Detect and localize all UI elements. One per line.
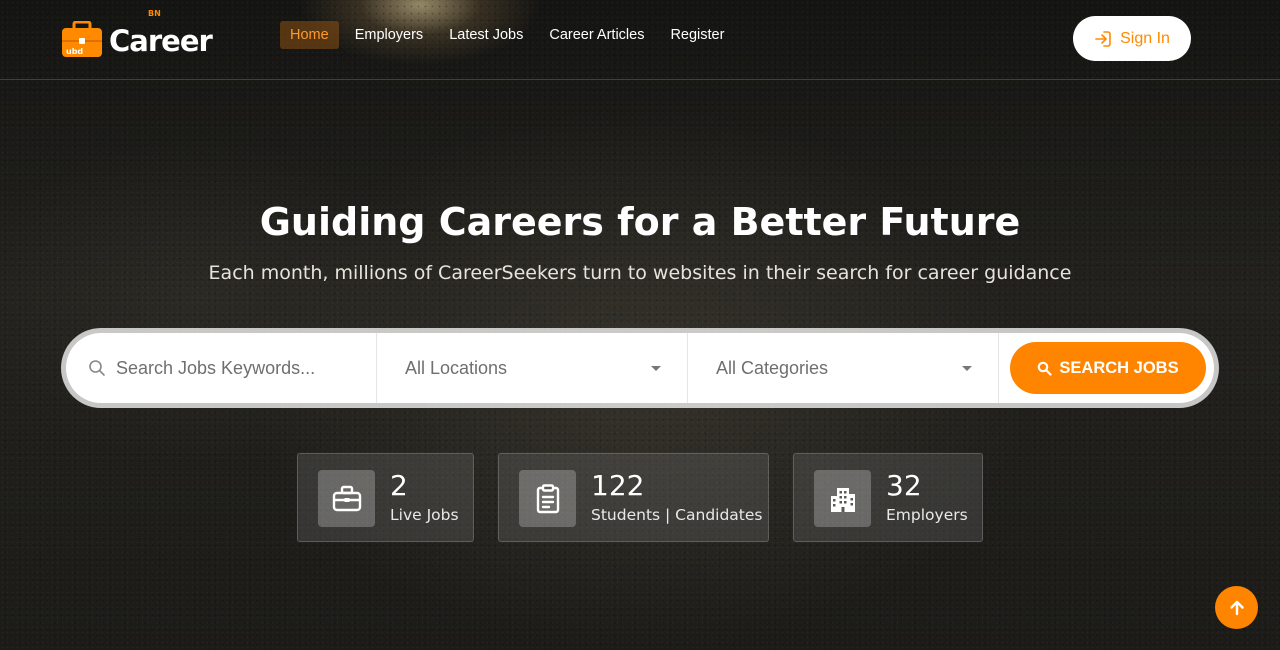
stat-label: Students | Candidates	[591, 506, 763, 524]
keyword-field[interactable]: Search Jobs Keywords...	[66, 333, 377, 403]
stat-students: 122 Students | Candidates	[498, 453, 769, 542]
building-icon	[814, 470, 871, 527]
sign-in-button[interactable]: Sign In	[1073, 16, 1191, 61]
main-nav: Home Employers Latest Jobs Career Articl…	[280, 21, 740, 49]
site-header: ubd Career BN Home Employers Latest Jobs…	[0, 0, 1280, 80]
search-jobs-button[interactable]: SEARCH JOBS	[1010, 342, 1206, 394]
location-select-value: All Locations	[405, 357, 508, 378]
search-icon	[1038, 361, 1052, 376]
nav-register[interactable]: Register	[660, 21, 734, 49]
category-select-value: All Categories	[716, 357, 829, 378]
search-icon	[89, 360, 105, 376]
site-logo[interactable]: ubd Career	[61, 19, 213, 59]
briefcase-logo-icon: ubd	[61, 20, 103, 58]
stat-employers: 32 Employers	[793, 453, 983, 542]
search-jobs-label: SEARCH JOBS	[1059, 358, 1179, 377]
job-search-form: Search Jobs Keywords... All Locations Al…	[66, 333, 1214, 403]
hero-title: Guiding Careers for a Better Future	[259, 200, 1021, 244]
category-select[interactable]: All Categories	[688, 333, 999, 403]
nav-home[interactable]: Home	[280, 21, 339, 49]
location-select[interactable]: All Locations	[377, 333, 688, 403]
nav-latest-jobs[interactable]: Latest Jobs	[439, 21, 533, 49]
sign-in-label: Sign In	[1120, 29, 1170, 47]
briefcase-icon	[318, 470, 375, 527]
stat-live-jobs: 2 Live Jobs	[297, 453, 474, 542]
logo-superscript: BN	[148, 9, 161, 18]
sign-in-icon	[1095, 30, 1111, 47]
chevron-down-icon	[962, 366, 972, 371]
nav-employers[interactable]: Employers	[345, 21, 434, 49]
hero-subtitle: Each month, millions of CareerSeekers tu…	[208, 262, 1072, 284]
stat-value: 2	[390, 469, 408, 502]
stat-label: Employers	[886, 506, 968, 524]
back-to-top-button[interactable]	[1215, 586, 1258, 629]
stat-label: Live Jobs	[390, 506, 459, 524]
job-search-bar: Search Jobs Keywords... All Locations Al…	[61, 328, 1219, 408]
stat-value: 32	[886, 469, 922, 502]
nav-career-articles[interactable]: Career Articles	[539, 21, 654, 49]
hero-background	[0, 0, 1280, 650]
clipboard-icon	[519, 470, 576, 527]
stat-value: 122	[591, 469, 645, 502]
logo-wordmark: Career	[109, 24, 213, 58]
keyword-input[interactable]: Search Jobs Keywords...	[116, 358, 315, 379]
svg-text:ubd: ubd	[66, 47, 83, 56]
chevron-down-icon	[651, 366, 661, 371]
arrow-up-icon	[1229, 600, 1244, 615]
